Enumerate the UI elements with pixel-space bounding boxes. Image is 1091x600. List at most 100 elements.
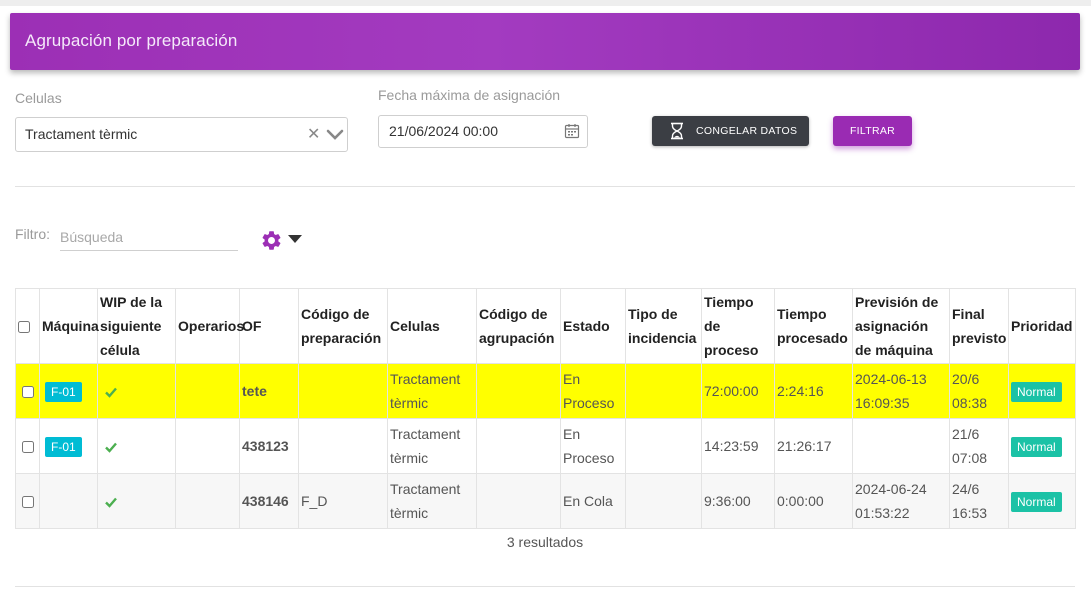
machine-badge: F-01 xyxy=(45,437,82,457)
tiempo-proceso-cell: 72:00:00 xyxy=(701,363,775,419)
page-title: Agrupación por preparación xyxy=(25,31,238,50)
select-all-checkbox[interactable] xyxy=(18,321,30,334)
calendar-icon[interactable] xyxy=(564,123,580,139)
column-header[interactable]: OF xyxy=(239,288,299,364)
codigo-prep-cell xyxy=(298,418,388,474)
tiempo-proceso-cell: 9:36:00 xyxy=(701,473,775,529)
priority-cell: Normal xyxy=(1008,473,1076,529)
tiempo-proceso-cell: 14:23:59 xyxy=(701,418,775,474)
final-cell: 24/6 16:53 xyxy=(949,473,1009,529)
tiempo-procesado-cell: 21:26:17 xyxy=(774,418,853,474)
filter-button[interactable]: FILTRAR xyxy=(833,116,912,146)
codigo-agr-cell xyxy=(476,418,561,474)
column-header[interactable]: Tiempo procesado xyxy=(774,288,853,364)
estado-cell: En Cola xyxy=(560,473,626,529)
final-cell: 20/6 08:38 xyxy=(949,363,1009,419)
row-checkbox[interactable] xyxy=(21,386,34,399)
column-header[interactable]: Operarios xyxy=(175,288,244,364)
codigo-agr-cell xyxy=(476,473,561,529)
fecha-label: Fecha máxima de asignación xyxy=(378,87,561,103)
divider xyxy=(15,186,1075,187)
data-table: Máquina WIP de la siguiente célula Opera… xyxy=(15,288,1076,529)
operarios-cell xyxy=(175,363,240,419)
wip-cell xyxy=(97,363,176,419)
machine-badge: F-01 xyxy=(45,382,82,402)
machine-cell: F-01 xyxy=(39,363,98,419)
search-input[interactable] xyxy=(60,224,238,251)
chevron-down-icon[interactable] xyxy=(288,235,302,243)
table-row[interactable]: 438146 F_D Tractament tèrmic En Cola 9:3… xyxy=(15,473,1076,529)
chevron-down-icon[interactable] xyxy=(325,125,345,145)
column-header[interactable]: Código de preparación xyxy=(298,288,388,364)
celulas-cell: Tractament tèrmic xyxy=(387,363,477,419)
tiempo-procesado-cell: 0:00:00 xyxy=(774,473,853,529)
tipo-incidencia-cell xyxy=(625,418,702,474)
column-header[interactable]: Previsión de asignación de máquina xyxy=(852,288,950,364)
priority-badge: Normal xyxy=(1011,492,1062,512)
of-link[interactable]: 438146 xyxy=(239,473,299,529)
row-checkbox-cell[interactable] xyxy=(15,363,40,419)
fecha-input-value: 21/06/2024 00:00 xyxy=(389,123,498,139)
search-label: Filtro: xyxy=(15,226,50,242)
page-header: Agrupación por preparación xyxy=(10,13,1080,70)
machine-cell: F-01 xyxy=(39,418,98,474)
check-icon xyxy=(105,388,117,399)
column-header[interactable]: Máquina xyxy=(39,288,99,364)
prevision-cell: 2024-06-24 01:53:22 xyxy=(852,473,950,529)
operarios-cell xyxy=(175,418,240,474)
column-header[interactable]: Estado xyxy=(560,288,626,364)
operarios-cell xyxy=(175,473,240,529)
codigo-prep-cell xyxy=(298,363,388,419)
divider xyxy=(15,586,1075,587)
column-header[interactable]: Tipo de incidencia xyxy=(625,288,702,364)
column-header[interactable]: Celulas xyxy=(387,288,477,364)
celulas-select-value: Tractament tèrmic xyxy=(25,126,138,142)
results-count: 3 resultados xyxy=(506,534,584,550)
machine-cell xyxy=(39,473,98,529)
row-checkbox[interactable] xyxy=(21,441,34,454)
close-icon[interactable]: ✕ xyxy=(307,124,320,144)
celulas-select[interactable]: Tractament tèrmic ✕ xyxy=(15,117,348,152)
column-header[interactable]: Final previsto xyxy=(949,288,1009,364)
priority-badge: Normal xyxy=(1011,382,1062,402)
gear-icon[interactable] xyxy=(260,229,283,252)
top-strip xyxy=(0,0,1091,6)
select-all-checkbox-cell[interactable] xyxy=(15,288,40,364)
table-row[interactable]: F-01 tete Tractament tèrmic En Proceso 7… xyxy=(15,363,1076,419)
estado-cell: En Proceso xyxy=(560,418,626,474)
freeze-data-label: CONGELAR DATOS xyxy=(696,125,798,137)
column-header[interactable]: WIP de la siguiente célula xyxy=(97,288,176,364)
hourglass-icon xyxy=(671,122,683,140)
of-link[interactable]: tete xyxy=(239,363,299,419)
celulas-cell: Tractament tèrmic xyxy=(387,418,477,474)
row-checkbox-cell[interactable] xyxy=(15,418,40,474)
estado-cell: En Proceso xyxy=(560,363,626,419)
column-header[interactable]: Código de agrupación xyxy=(476,288,561,364)
codigo-agr-cell xyxy=(476,363,561,419)
prevision-cell: 2024-06-13 16:09:35 xyxy=(852,363,950,419)
fecha-input[interactable]: 21/06/2024 00:00 xyxy=(378,115,588,148)
final-cell: 21/6 07:08 xyxy=(949,418,1009,474)
tiempo-procesado-cell: 2:24:16 xyxy=(774,363,853,419)
wip-cell xyxy=(97,473,176,529)
check-icon xyxy=(105,498,117,509)
priority-cell: Normal xyxy=(1008,363,1076,419)
prevision-cell xyxy=(852,418,950,474)
check-icon xyxy=(105,443,117,454)
tipo-incidencia-cell xyxy=(625,363,702,419)
celulas-cell: Tractament tèrmic xyxy=(387,473,477,529)
wip-cell xyxy=(97,418,176,474)
table-row[interactable]: F-01 438123 Tractament tèrmic En Proceso… xyxy=(15,418,1076,474)
row-checkbox[interactable] xyxy=(21,496,34,509)
table-header-row: Máquina WIP de la siguiente célula Opera… xyxy=(15,288,1076,364)
celulas-label: Celulas xyxy=(15,90,62,106)
of-link[interactable]: 438123 xyxy=(239,418,299,474)
row-checkbox-cell[interactable] xyxy=(15,473,40,529)
priority-badge: Normal xyxy=(1011,437,1062,457)
priority-cell: Normal xyxy=(1008,418,1076,474)
freeze-data-button[interactable]: CONGELAR DATOS xyxy=(652,116,809,146)
codigo-prep-cell: F_D xyxy=(298,473,388,529)
column-header[interactable]: Prioridad xyxy=(1008,288,1076,364)
column-header[interactable]: Tiempo de proceso xyxy=(701,288,775,364)
tipo-incidencia-cell xyxy=(625,473,702,529)
